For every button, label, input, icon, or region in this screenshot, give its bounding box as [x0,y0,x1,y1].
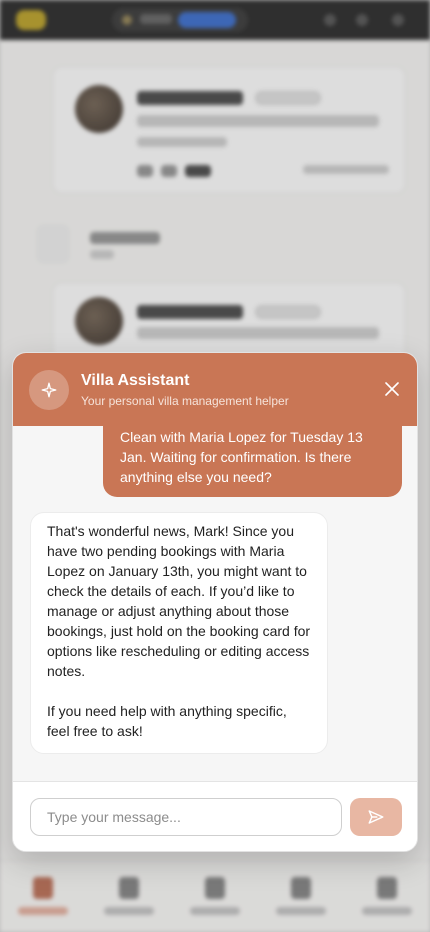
dialog-header: Villa Assistant Your personal villa mana… [13,353,417,426]
send-button[interactable] [350,798,402,836]
assistant-message-paragraph: That's wonderful news, Mark! Since you h… [47,523,311,679]
user-message: Clean with Maria Lopez for Tuesday 13 Ja… [103,426,402,497]
send-icon [368,810,384,824]
composer [13,781,417,851]
assistant-message: That's wonderful news, Mark! Since you h… [30,512,328,754]
dialog-subtitle: Your personal villa management helper [81,394,289,408]
close-icon [385,382,399,396]
assistant-message-paragraph: If you need help with anything specific,… [47,703,287,739]
assistant-dialog: Villa Assistant Your personal villa mana… [12,352,418,852]
close-button[interactable] [379,376,405,402]
message-list[interactable]: Clean with Maria Lopez for Tuesday 13 Ja… [13,426,417,781]
sparkle-icon [29,370,69,410]
dialog-title: Villa Assistant [81,372,190,389]
message-input[interactable] [30,798,342,836]
